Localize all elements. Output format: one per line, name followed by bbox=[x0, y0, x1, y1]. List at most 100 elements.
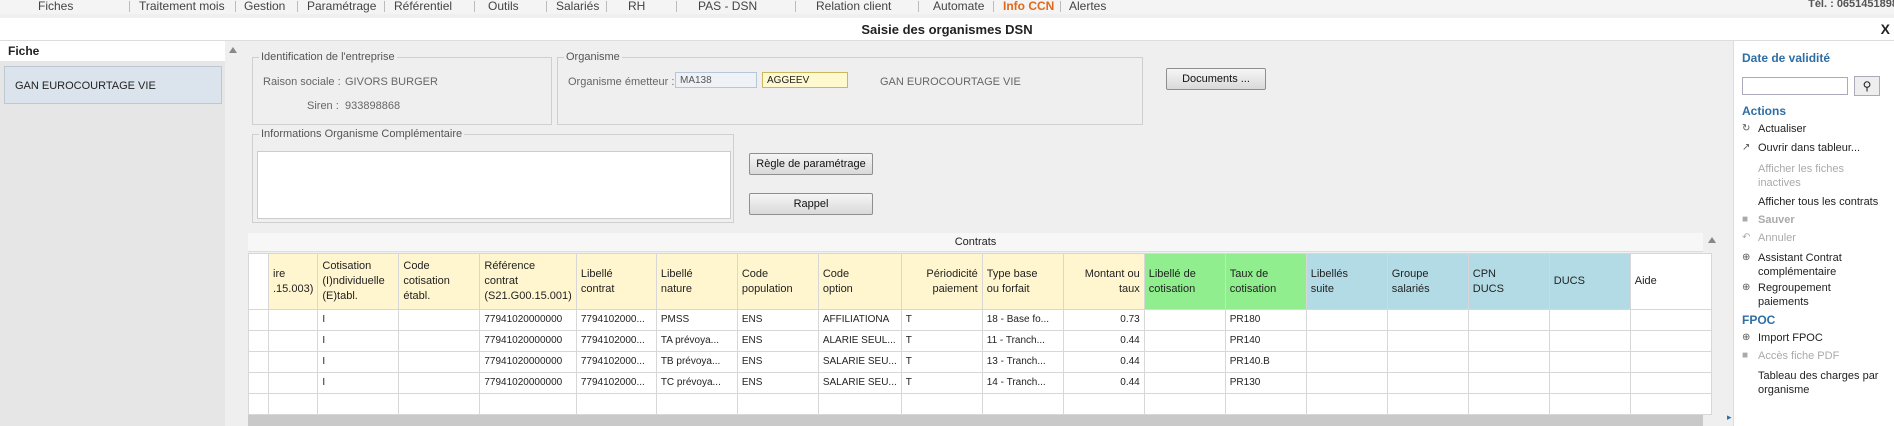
col-header-aide[interactable]: Aide bbox=[1629, 253, 1712, 310]
ouvrir-tableur-action[interactable]: Ouvrir dans tableur... bbox=[1758, 141, 1860, 155]
menu-fiches[interactable]: Fiches bbox=[38, 0, 73, 13]
table-cell[interactable] bbox=[1629, 393, 1712, 415]
close-button[interactable]: X bbox=[1881, 21, 1890, 37]
row-selector[interactable] bbox=[248, 330, 269, 352]
col-header-ducs[interactable]: DUCS bbox=[1548, 253, 1631, 310]
row-selector[interactable] bbox=[248, 372, 269, 394]
row-selector[interactable] bbox=[248, 393, 269, 415]
afficher-tous-contrats-action[interactable]: Afficher tous les contrats bbox=[1758, 195, 1878, 209]
table-cell[interactable] bbox=[1548, 330, 1631, 352]
table-cell[interactable]: 7794102000... bbox=[575, 330, 657, 352]
table-cell[interactable] bbox=[1386, 351, 1469, 373]
table-cell[interactable]: TA prévoya... bbox=[655, 330, 738, 352]
table-cell[interactable]: T bbox=[900, 351, 983, 373]
table-cell[interactable] bbox=[1386, 330, 1469, 352]
table-cell[interactable] bbox=[575, 393, 657, 415]
table-cell[interactable]: PR180 bbox=[1224, 309, 1307, 331]
col-header-code-cotisation[interactable]: Code cotisation établ. bbox=[398, 253, 481, 310]
col-header-cotisation[interactable]: Cotisation (I)ndividuelle (E)tabl. bbox=[317, 253, 400, 310]
table-cell[interactable]: TC prévoya... bbox=[655, 372, 738, 394]
table-cell[interactable]: 0.44 bbox=[1062, 351, 1145, 373]
fiche-list-item[interactable]: GAN EUROCOURTAGE VIE bbox=[4, 66, 222, 104]
table-cell[interactable]: T bbox=[900, 330, 983, 352]
date-validite-input[interactable] bbox=[1742, 77, 1848, 95]
table-cell[interactable] bbox=[398, 393, 481, 415]
col-header-cpn-ducs[interactable]: CPN DUCS bbox=[1467, 253, 1550, 310]
col-header-libelle-nature[interactable]: Libellé nature bbox=[655, 253, 738, 310]
table-cell[interactable] bbox=[1467, 393, 1550, 415]
table-cell[interactable]: ENS bbox=[736, 351, 819, 373]
table-cell[interactable]: 0.44 bbox=[1062, 372, 1145, 394]
table-cell[interactable] bbox=[981, 393, 1064, 415]
col-header-libelle-cotisation[interactable]: Libellé de cotisation bbox=[1143, 253, 1226, 310]
table-cell[interactable]: 77941020000000 bbox=[479, 330, 577, 352]
col-header-code-fin[interactable]: ire .15.003) bbox=[267, 253, 319, 310]
table-cell[interactable]: 77941020000000 bbox=[479, 372, 577, 394]
table-cell[interactable]: AFFILIATIONA bbox=[817, 309, 902, 331]
table-cell[interactable] bbox=[1305, 309, 1388, 331]
table-cell[interactable] bbox=[1224, 393, 1307, 415]
table-cell[interactable] bbox=[398, 351, 481, 373]
table-cell[interactable] bbox=[1143, 372, 1226, 394]
tableau-charges-line2[interactable]: organisme bbox=[1758, 383, 1809, 397]
table-cell[interactable] bbox=[1386, 393, 1469, 415]
left-scrollbar[interactable] bbox=[226, 41, 240, 426]
table-vertical-scrollbar[interactable] bbox=[1705, 233, 1719, 426]
menu-outils[interactable]: Outils bbox=[488, 0, 519, 13]
table-cell[interactable] bbox=[900, 393, 983, 415]
table-cell[interactable] bbox=[1062, 393, 1145, 415]
col-header-montant[interactable]: Montant ou taux bbox=[1062, 253, 1145, 310]
col-header-libelle-contrat[interactable]: Libellé contrat bbox=[575, 253, 657, 310]
menu-info-ccn[interactable]: Info CCN bbox=[1003, 0, 1054, 13]
table-cell[interactable] bbox=[1467, 330, 1550, 352]
table-cell[interactable] bbox=[267, 393, 319, 415]
regroupement-line2[interactable]: paiements bbox=[1758, 295, 1809, 309]
col-header-groupe-salaries[interactable]: Groupe salariés bbox=[1386, 253, 1469, 310]
menu-pas-dsn[interactable]: PAS - DSN bbox=[698, 0, 757, 13]
table-cell[interactable] bbox=[1467, 372, 1550, 394]
assistant-contrat-line2[interactable]: complémentaire bbox=[1758, 265, 1836, 279]
table-cell[interactable]: I bbox=[317, 309, 400, 331]
table-cell[interactable] bbox=[1629, 309, 1712, 331]
expand-caret-icon[interactable]: ▸ bbox=[1727, 412, 1732, 423]
table-cell[interactable] bbox=[1629, 372, 1712, 394]
table-cell[interactable]: SALARIE SEU... bbox=[817, 372, 902, 394]
table-cell[interactable]: ENS bbox=[736, 372, 819, 394]
menu-gestion[interactable]: Gestion bbox=[244, 0, 285, 13]
table-cell[interactable] bbox=[1548, 309, 1631, 331]
organisme-alias-input[interactable]: AGGEEV bbox=[762, 72, 848, 88]
table-cell[interactable] bbox=[267, 351, 319, 373]
regroupement-line1[interactable]: Regroupement bbox=[1758, 281, 1831, 295]
table-cell[interactable] bbox=[1143, 351, 1226, 373]
table-cell[interactable]: 77941020000000 bbox=[479, 309, 577, 331]
table-cell[interactable]: ENS bbox=[736, 309, 819, 331]
info-complementaire-textarea[interactable] bbox=[257, 151, 731, 219]
table-cell[interactable]: T bbox=[900, 372, 983, 394]
tableau-charges-line1[interactable]: Tableau des charges par bbox=[1758, 369, 1878, 383]
assistant-contrat-line1[interactable]: Assistant Contrat bbox=[1758, 251, 1842, 265]
table-cell[interactable] bbox=[1386, 372, 1469, 394]
table-cell[interactable] bbox=[736, 393, 819, 415]
table-cell[interactable]: I bbox=[317, 372, 400, 394]
menu-relation-client[interactable]: Relation client bbox=[816, 0, 891, 13]
col-header-type-base[interactable]: Type base ou forfait bbox=[981, 253, 1064, 310]
table-cell[interactable]: 14 - Tranch... bbox=[981, 372, 1064, 394]
row-selector[interactable] bbox=[248, 309, 269, 331]
table-cell[interactable] bbox=[817, 393, 902, 415]
table-cell[interactable] bbox=[1548, 351, 1631, 373]
table-cell[interactable] bbox=[1143, 393, 1226, 415]
table-cell[interactable] bbox=[267, 330, 319, 352]
table-cell[interactable]: ENS bbox=[736, 330, 819, 352]
table-cell[interactable] bbox=[1143, 330, 1226, 352]
menu-automate[interactable]: Automate bbox=[933, 0, 984, 13]
table-cell[interactable] bbox=[1143, 309, 1226, 331]
table-cell[interactable]: 0.73 bbox=[1062, 309, 1145, 331]
search-button[interactable]: ⚲ bbox=[1854, 76, 1880, 96]
table-cell[interactable]: 7794102000... bbox=[575, 372, 657, 394]
table-cell[interactable] bbox=[479, 393, 577, 415]
table-row[interactable]: I 77941020000000 7794102000... TC prévoya..… bbox=[248, 372, 1712, 394]
table-cell[interactable] bbox=[1548, 372, 1631, 394]
table-cell[interactable]: PR140.B bbox=[1224, 351, 1307, 373]
table-cell[interactable]: 13 - Tranch... bbox=[981, 351, 1064, 373]
col-header-libelles-suite[interactable]: Libellés suite bbox=[1305, 253, 1388, 310]
